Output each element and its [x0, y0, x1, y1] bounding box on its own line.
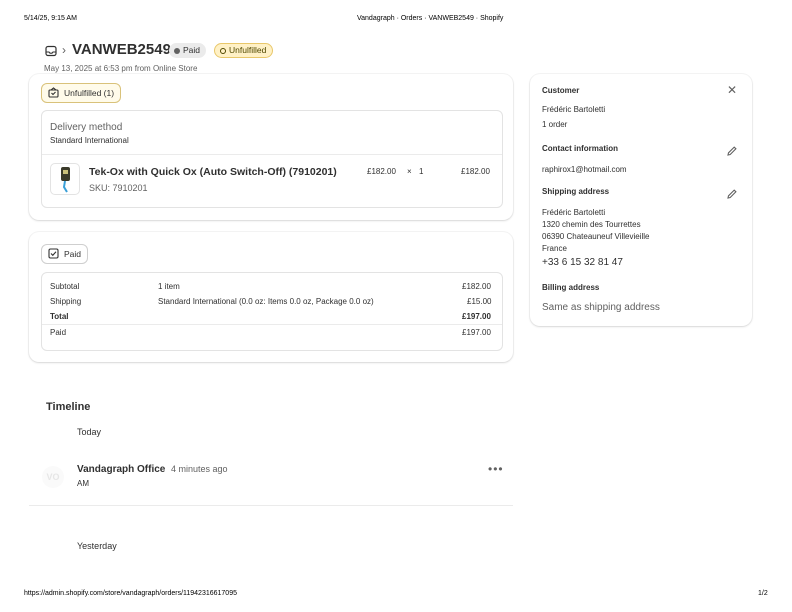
product-name[interactable]: Tek-Ox with Quick Ox (Auto Switch-Off) (…: [89, 166, 337, 178]
shipping-amount: £15.00: [467, 297, 492, 306]
timeline-event-time: 4 minutes ago: [171, 464, 228, 474]
inbox-icon[interactable]: [45, 44, 57, 57]
print-url: https://admin.shopify.com/store/vandagra…: [24, 590, 237, 597]
product-qty: 1: [419, 167, 424, 176]
timeline-today: Today: [77, 427, 102, 437]
timeline-yesterday: Yesterday: [77, 541, 117, 551]
customer-phone[interactable]: +33 6 15 32 81 47: [542, 257, 623, 268]
product-thumbnail[interactable]: [50, 163, 80, 195]
order-number: VANWEB2549: [72, 41, 171, 58]
billing-address-title: Billing address: [542, 283, 600, 292]
status-dot-icon: [174, 47, 180, 54]
checkbox-icon: [48, 247, 59, 261]
shipping-detail: Standard International (0.0 oz: Items 0.…: [158, 297, 374, 306]
address-line-2: 1320 chemin des Tourrettes: [542, 220, 641, 229]
product-total: £182.00: [461, 167, 490, 176]
edit-contact-icon[interactable]: [726, 144, 738, 156]
customer-section-title: Customer: [542, 86, 580, 95]
payment-divider: [42, 324, 502, 325]
customer-email[interactable]: raphirox1@hotmail.com: [542, 165, 627, 174]
subtotal-detail: 1 item: [158, 282, 180, 291]
avatar: VO: [42, 466, 64, 488]
delivery-divider: [42, 154, 502, 155]
print-page-number: 1/2: [758, 590, 768, 597]
customer-orders[interactable]: 1 order: [542, 120, 567, 129]
fulfillment-status-badge: Unfulfilled: [214, 43, 274, 58]
contact-info-title: Contact information: [542, 144, 618, 153]
paid-status-label: Paid: [64, 249, 82, 259]
payment-summary-box: [41, 272, 503, 351]
paid-status-button[interactable]: Paid: [41, 244, 89, 264]
unfulfilled-status-button[interactable]: Unfulfilled (1): [41, 83, 122, 103]
total-label: Total: [50, 312, 69, 321]
address-line-4: France: [542, 244, 567, 253]
address-line-1: Frédéric Bartoletti: [542, 208, 606, 217]
status-ring-icon: [220, 47, 226, 54]
fulfillment-box-icon: [48, 86, 59, 100]
delivery-method-title: Delivery method: [50, 122, 123, 133]
breadcrumb-chevron-icon: ›: [62, 43, 66, 57]
shipping-label: Shipping: [50, 297, 82, 306]
more-actions-icon[interactable]: •••: [488, 462, 504, 476]
shipping-address-title: Shipping address: [542, 187, 610, 196]
timeline-event-sub: AM: [77, 479, 89, 488]
timeline-event-author: Vandagraph Office: [77, 464, 166, 475]
print-datetime: 5/14/25, 9:15 AM: [24, 15, 77, 22]
timeline-title: Timeline: [46, 401, 91, 413]
subtotal-amount: £182.00: [462, 282, 491, 291]
subtotal-label: Subtotal: [50, 282, 80, 291]
customer-name[interactable]: Frédéric Bartoletti: [542, 105, 605, 114]
edit-shipping-icon[interactable]: [726, 187, 738, 199]
payment-status-text: Paid: [183, 45, 201, 55]
address-line-3: 06390 Chateauneuf Villevieille: [542, 232, 650, 241]
order-meta: May 13, 2025 at 6:53 pm from Online Stor…: [44, 64, 198, 73]
delivery-method-value: Standard International: [50, 136, 129, 145]
payment-status-badge: Paid: [169, 43, 207, 58]
unfulfilled-status-label: Unfulfilled (1): [64, 88, 115, 98]
print-page-title: Vandagraph · Orders · VANWEB2549 · Shopi…: [357, 15, 504, 22]
product-times: ×: [407, 167, 412, 176]
close-icon[interactable]: ✕: [727, 83, 737, 97]
paid-label: Paid: [50, 328, 67, 337]
product-sku: SKU: 7910201: [89, 183, 148, 193]
fulfillment-status-text: Unfulfilled: [229, 45, 267, 55]
billing-address-value: Same as shipping address: [542, 302, 660, 313]
total-amount: £197.00: [462, 312, 491, 321]
timeline-divider: [29, 505, 513, 506]
product-unit-price: £182.00: [367, 167, 396, 176]
paid-amount: £197.00: [462, 328, 491, 337]
